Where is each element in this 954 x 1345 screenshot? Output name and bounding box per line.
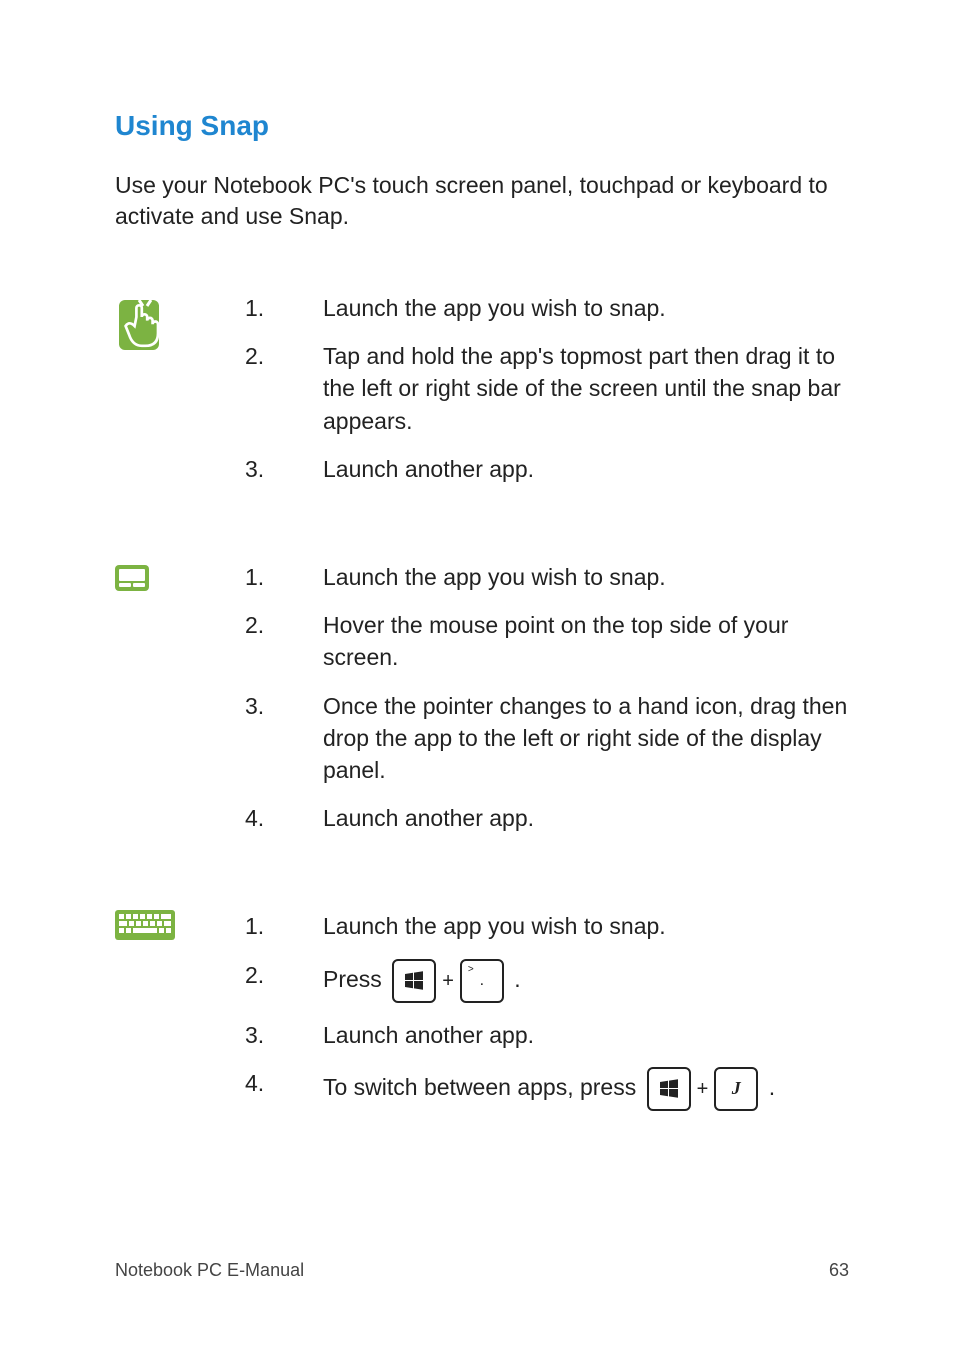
step-text: Launch another app. [323,453,849,485]
touch-screen-icon [115,292,185,352]
step-suffix: . [769,1074,775,1100]
step-suffix: . [514,966,520,992]
touchpad-steps-list: Launch the app you wish to snap. Hover t… [245,561,849,834]
list-item: Launch another app. [245,1019,849,1051]
list-item: Launch the app you wish to snap. [245,561,849,593]
key-combo: + > . [388,959,508,1003]
step-text: To switch between apps, press + J . [323,1067,849,1111]
touchpad-icon [115,565,185,591]
list-item: Press + > . . [245,959,849,1003]
list-item: Launch another app. [245,453,849,485]
keyboard-icon [115,910,185,944]
page-footer: Notebook PC E-Manual 63 [115,1260,849,1281]
step-text: Hover the mouse point on the top side of… [323,609,849,673]
keyboard-steps-list: Launch the app you wish to snap. Press +… [245,910,849,1110]
step-text: Launch another app. [323,1019,849,1051]
keyboard-section: Launch the app you wish to snap. Press +… [115,910,849,1126]
touchpad-section: Launch the app you wish to snap. Hover t… [115,561,849,850]
list-item: Launch the app you wish to snap. [245,910,849,942]
step-text: Once the pointer changes to a hand icon,… [323,690,849,787]
footer-title: Notebook PC E-Manual [115,1260,304,1281]
step-text: Launch another app. [323,802,849,834]
period-label: . [480,973,484,989]
period-key-icon: > . [460,959,504,1003]
list-item: Launch the app you wish to snap. [245,292,849,324]
touch-section: Launch the app you wish to snap. Tap and… [115,292,849,501]
step-text: Launch the app you wish to snap. [323,561,849,593]
list-item: Once the pointer changes to a hand icon,… [245,690,849,787]
step-prefix: To switch between apps, press [323,1074,643,1100]
step-text: Tap and hold the app's topmost part then… [323,340,849,437]
period-shift-label: > [468,963,474,977]
list-item: Hover the mouse point on the top side of… [245,609,849,673]
j-key-icon: J [714,1067,758,1111]
list-item: Launch another app. [245,802,849,834]
plus-text: + [442,967,454,995]
windows-key-icon [392,959,436,1003]
touch-steps-list: Launch the app you wish to snap. Tap and… [245,292,849,485]
section-heading: Using Snap [115,110,849,142]
manual-page: Using Snap Use your Notebook PC's touch … [0,0,954,1345]
windows-key-icon [647,1067,691,1111]
step-prefix: Press [323,966,388,992]
step-text: Press + > . . [323,959,849,1003]
step-text: Launch the app you wish to snap. [323,910,849,942]
key-combo: + J [643,1067,763,1111]
plus-text: + [697,1075,709,1103]
intro-paragraph: Use your Notebook PC's touch screen pane… [115,170,849,232]
page-number: 63 [829,1260,849,1281]
step-text: Launch the app you wish to snap. [323,292,849,324]
list-item: To switch between apps, press + J . [245,1067,849,1111]
list-item: Tap and hold the app's topmost part then… [245,340,849,437]
